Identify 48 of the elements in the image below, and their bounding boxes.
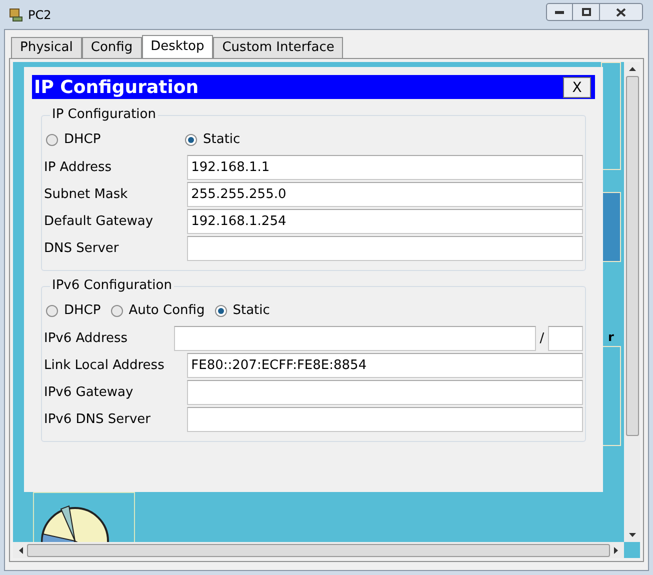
input-field[interactable] — [187, 407, 583, 432]
input-field[interactable] — [187, 380, 583, 405]
close-button[interactable]: X — [563, 76, 591, 98]
radio-option[interactable]: Static — [214, 301, 270, 321]
input-field[interactable] — [174, 326, 536, 351]
scrollbar-corner — [624, 542, 640, 558]
field-label: Subnet Mask — [44, 186, 129, 204]
tab[interactable]: Config — [82, 37, 142, 58]
field-label: IPv6 Address — [44, 330, 129, 348]
radio-option[interactable]: Static — [185, 130, 240, 150]
horizontal-scrollbar[interactable] — [13, 542, 624, 558]
group-legend: IPv6 Configuration — [50, 278, 174, 294]
input-field[interactable]: 255.255.255.0 — [187, 182, 583, 207]
up-arrow-icon[interactable] — [628, 67, 636, 71]
app-tile[interactable] — [601, 192, 621, 262]
field-label: DNS Server — [44, 240, 120, 258]
pc-icon — [8, 7, 24, 23]
left-arrow-icon[interactable] — [19, 546, 23, 554]
field-label: Default Gateway — [44, 212, 154, 231]
down-arrow-icon[interactable] — [628, 533, 636, 537]
field-label: IPv6 DNS Server — [44, 410, 152, 429]
field-label: IPv6 Gateway — [44, 384, 134, 402]
tab[interactable]: Physical — [11, 37, 82, 58]
input-field[interactable]: 192.168.1.254 — [187, 209, 583, 234]
tile-label: r — [608, 329, 614, 346]
tab[interactable]: Desktop — [142, 35, 214, 58]
scroll-thumb[interactable] — [27, 544, 610, 556]
right-arrow-icon[interactable] — [614, 546, 618, 554]
input-field[interactable] — [187, 236, 583, 261]
close-icon — [616, 8, 626, 16]
radio-option[interactable]: DHCP — [46, 130, 185, 150]
minimize-button[interactable] — [546, 3, 573, 21]
dialog-title: IP Configuration — [34, 76, 199, 100]
prefix-separator: / — [538, 330, 546, 348]
input-field[interactable] — [548, 326, 583, 351]
input-field[interactable]: FE80::207:ECFF:FE8E:8854 — [187, 353, 583, 378]
field-label: IP Address — [44, 158, 113, 177]
window-title: PC2 — [28, 7, 52, 24]
radio-option[interactable]: DHCP — [46, 301, 101, 321]
radio-option[interactable]: Auto Config — [110, 301, 205, 321]
input-field[interactable]: 192.168.1.1 — [187, 155, 583, 180]
field-label: Link Local Address — [44, 356, 166, 375]
group-legend: IP Configuration — [50, 107, 158, 123]
scroll-thumb[interactable] — [626, 76, 638, 436]
vertical-scrollbar[interactable] — [624, 62, 640, 542]
maximize-button[interactable] — [573, 3, 599, 21]
close-button[interactable] — [599, 3, 643, 21]
tab[interactable]: Custom Interface — [213, 37, 344, 58]
